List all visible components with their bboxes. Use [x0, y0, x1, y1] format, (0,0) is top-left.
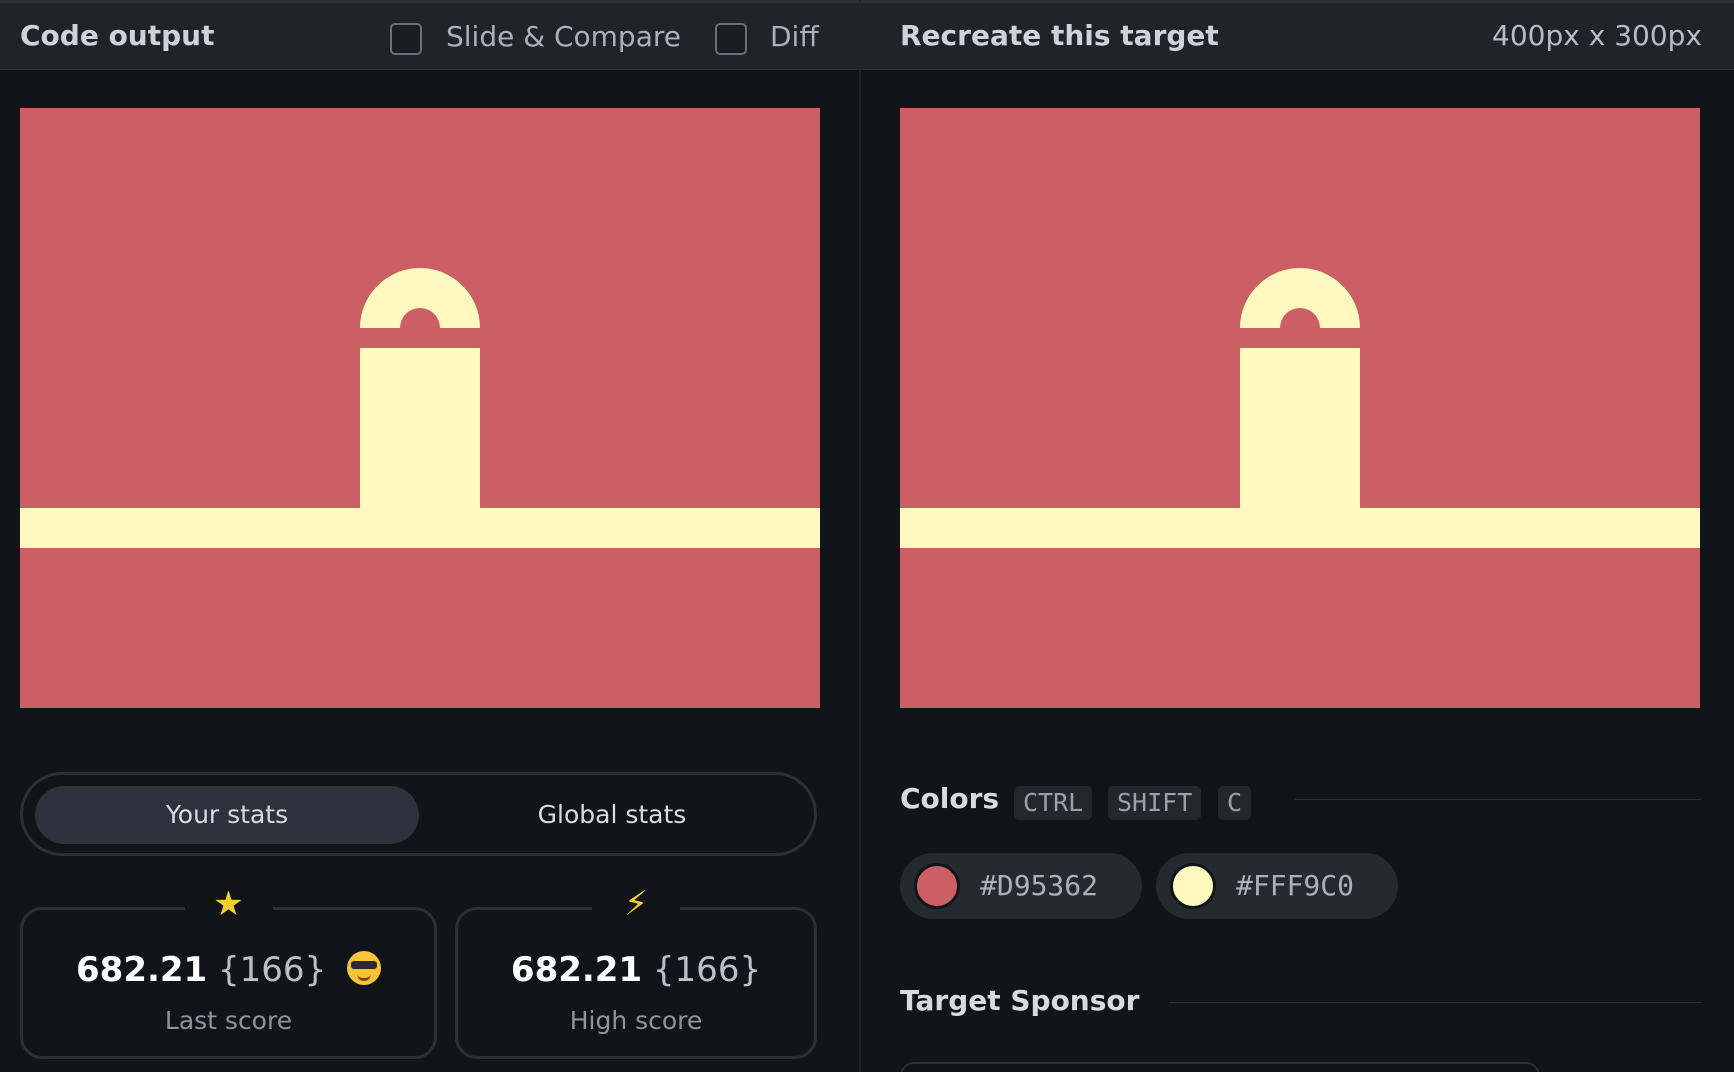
sponsor-divider — [1169, 1002, 1701, 1003]
diff-label[interactable]: Diff — [770, 20, 819, 53]
star-icon: ★ — [184, 884, 273, 924]
lightning-icon: ⚡ — [592, 884, 680, 924]
sunglasses-emoji-icon — [347, 951, 381, 985]
high-score-card: ⚡ 682.21 {166} High score — [455, 884, 817, 1059]
code-output-canvas[interactable] — [20, 108, 820, 708]
horizontal-bar — [900, 508, 1700, 548]
high-score-number: 682.21 — [510, 950, 643, 990]
last-score-value: 682.21 {166} — [23, 950, 434, 990]
slide-compare-checkbox[interactable] — [390, 23, 422, 55]
last-score-label: Last score — [164, 1006, 293, 1035]
sponsor-heading: Target Sponsor — [900, 984, 1140, 1017]
shortcut-key-c: C — [1218, 786, 1252, 820]
shortcut-key-shift: SHIFT — [1108, 786, 1202, 820]
color-swatch-red[interactable]: #D95362 — [900, 853, 1142, 919]
tab-global-stats[interactable]: Global stats — [420, 786, 804, 844]
code-output-pane: Code output Slide & Compare Diff Your st… — [0, 0, 859, 1072]
last-score-count: {166} — [218, 950, 327, 990]
target-title: Recreate this target — [900, 19, 1219, 52]
high-score-value: 682.21 {166} — [458, 950, 814, 990]
sponsor-box[interactable] — [900, 1062, 1540, 1072]
high-score-count: {166} — [652, 950, 762, 990]
horizontal-bar — [20, 508, 820, 548]
last-score-card: ★ 682.21 {166} Last score — [20, 884, 437, 1059]
slide-compare-label[interactable]: Slide & Compare — [446, 20, 681, 53]
colors-heading: Colors — [900, 782, 1000, 815]
pillar — [1240, 348, 1360, 508]
color-swatch-cream[interactable]: #FFF9C0 — [1156, 853, 1398, 919]
diff-checkbox[interactable] — [715, 23, 747, 55]
code-output-header: Code output Slide & Compare Diff — [0, 0, 859, 70]
color-hex-cream: #FFF9C0 — [1236, 869, 1355, 902]
last-score-number: 682.21 — [76, 950, 208, 990]
target-size: 400px x 300px — [1492, 19, 1702, 52]
target-pane: Recreate this target 400px x 300px Color… — [861, 0, 1734, 1072]
high-score-label: High score — [569, 1006, 703, 1035]
shortcut-key-ctrl: CTRL — [1014, 786, 1093, 820]
color-dot-red — [914, 863, 960, 909]
colors-divider — [1295, 799, 1701, 800]
target-header: Recreate this target 400px x 300px — [861, 0, 1734, 70]
stats-toggle: Your stats Global stats — [20, 772, 817, 856]
color-dot-cream — [1170, 863, 1216, 909]
tab-your-stats[interactable]: Your stats — [35, 786, 419, 844]
pillar — [360, 348, 480, 508]
color-hex-red: #D95362 — [980, 869, 1099, 902]
code-output-title: Code output — [20, 19, 215, 52]
target-canvas — [900, 108, 1700, 708]
